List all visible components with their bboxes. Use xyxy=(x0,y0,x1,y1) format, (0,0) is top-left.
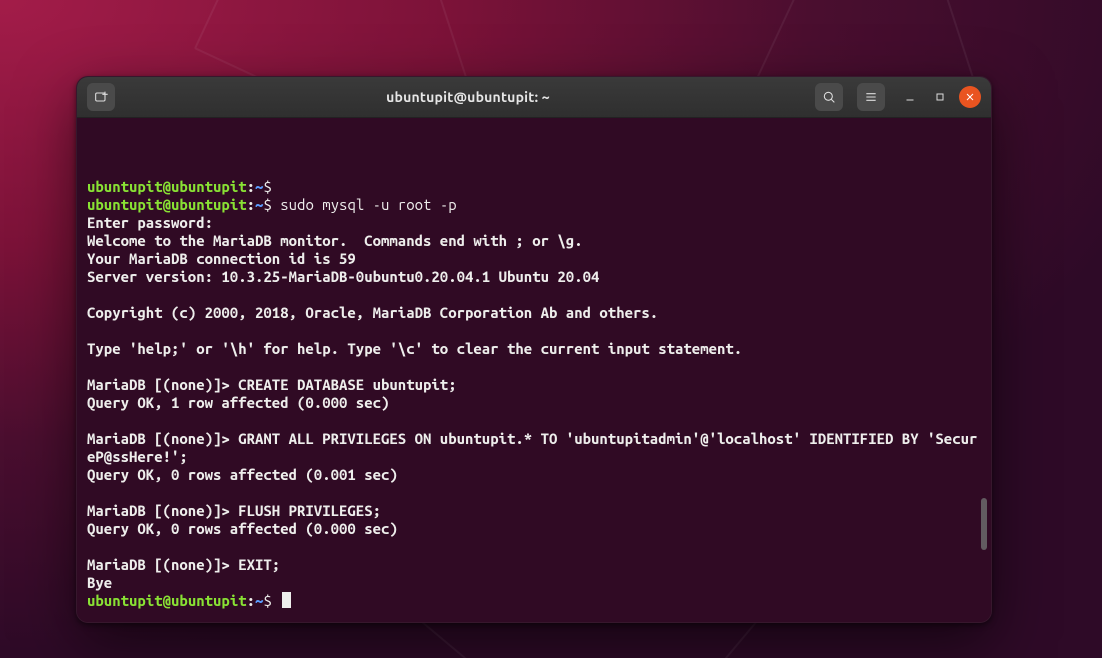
output-text: Bye xyxy=(87,574,112,591)
output-text: Your MariaDB connection id is 59 xyxy=(87,250,356,267)
window-titlebar[interactable]: ubuntupit@ubuntupit: ~ xyxy=(77,77,991,118)
terminal-line: Server version: 10.3.25-MariaDB-0ubuntu0… xyxy=(87,268,981,286)
terminal-body[interactable]: ubuntupit@ubuntupit:~$ ubuntupit@ubuntup… xyxy=(77,118,991,622)
prompt-user: ubuntupit xyxy=(87,592,163,609)
prompt-at: @ xyxy=(163,592,171,609)
prompt-sigil: $ xyxy=(263,178,280,195)
terminal-line: Bye xyxy=(87,574,981,592)
terminal-line xyxy=(87,286,981,304)
terminal-line: MariaDB [(none)]> CREATE DATABASE ubuntu… xyxy=(87,376,981,394)
terminal-line: Query OK, 1 row affected (0.000 sec) xyxy=(87,394,981,412)
terminal-line: Enter password: xyxy=(87,214,981,232)
new-tab-button[interactable] xyxy=(87,83,115,111)
terminal-line: ubuntupit@ubuntupit:~$ xyxy=(87,178,981,196)
prompt-at: @ xyxy=(163,178,171,195)
terminal-line: Query OK, 0 rows affected (0.000 sec) xyxy=(87,520,981,538)
terminal-window: ubuntupit@ubuntupit: ~ ubuntupit@ubuntup… xyxy=(76,76,992,623)
prompt-sigil: $ xyxy=(263,592,280,609)
output-text: MariaDB [(none)]> CREATE DATABASE ubuntu… xyxy=(87,376,457,393)
terminal-line: Type 'help;' or '\h' for help. Type '\c'… xyxy=(87,340,981,358)
window-maximize-button[interactable] xyxy=(929,86,951,108)
terminal-cursor xyxy=(282,592,291,608)
terminal-line: MariaDB [(none)]> GRANT ALL PRIVILEGES O… xyxy=(87,430,981,466)
terminal-line xyxy=(87,484,981,502)
scrollbar-thumb[interactable] xyxy=(981,498,987,550)
terminal-line xyxy=(87,322,981,340)
output-text: MariaDB [(none)]> FLUSH PRIVILEGES; xyxy=(87,502,381,519)
window-close-button[interactable] xyxy=(959,86,981,108)
prompt-host: ubuntupit xyxy=(171,196,247,213)
window-minimize-button[interactable] xyxy=(899,86,921,108)
prompt-sep: : xyxy=(247,196,255,213)
terminal-line xyxy=(87,358,981,376)
output-text: Query OK, 0 rows affected (0.001 sec) xyxy=(87,466,398,483)
prompt-user: ubuntupit xyxy=(87,178,163,195)
search-button[interactable] xyxy=(815,83,843,111)
output-text: Query OK, 0 rows affected (0.000 sec) xyxy=(87,520,398,537)
output-text: Copyright (c) 2000, 2018, Oracle, MariaD… xyxy=(87,304,658,321)
window-title: ubuntupit@ubuntupit: ~ xyxy=(386,89,550,105)
terminal-line: ubuntupit@ubuntupit:~$ sudo mysql -u roo… xyxy=(87,196,981,214)
output-text: Query OK, 1 row affected (0.000 sec) xyxy=(87,394,389,411)
output-text: MariaDB [(none)]> GRANT ALL PRIVILEGES O… xyxy=(87,430,977,465)
hamburger-menu-button[interactable] xyxy=(857,83,885,111)
output-text: Type 'help;' or '\h' for help. Type '\c'… xyxy=(87,340,742,357)
terminal-line: Copyright (c) 2000, 2018, Oracle, MariaD… xyxy=(87,304,981,322)
prompt-host: ubuntupit xyxy=(171,178,247,195)
prompt-at: @ xyxy=(163,196,171,213)
terminal-line: ubuntupit@ubuntupit:~$ xyxy=(87,592,981,610)
prompt-sigil: $ xyxy=(263,196,280,213)
output-text: Enter password: xyxy=(87,214,213,231)
prompt-host: ubuntupit xyxy=(171,592,247,609)
prompt-user: ubuntupit xyxy=(87,196,163,213)
output-text: Server version: 10.3.25-MariaDB-0ubuntu0… xyxy=(87,268,599,285)
command-text: sudo mysql -u root -p xyxy=(280,196,456,213)
terminal-line xyxy=(87,538,981,556)
prompt-sep: : xyxy=(247,178,255,195)
terminal-line: MariaDB [(none)]> FLUSH PRIVILEGES; xyxy=(87,502,981,520)
output-text: MariaDB [(none)]> EXIT; xyxy=(87,556,280,573)
terminal-line: MariaDB [(none)]> EXIT; xyxy=(87,556,981,574)
terminal-line: Welcome to the MariaDB monitor. Commands… xyxy=(87,232,981,250)
terminal-line: Your MariaDB connection id is 59 xyxy=(87,250,981,268)
output-text: Welcome to the MariaDB monitor. Commands… xyxy=(87,232,583,249)
terminal-line xyxy=(87,412,981,430)
prompt-sep: : xyxy=(247,592,255,609)
terminal-line: Query OK, 0 rows affected (0.001 sec) xyxy=(87,466,981,484)
